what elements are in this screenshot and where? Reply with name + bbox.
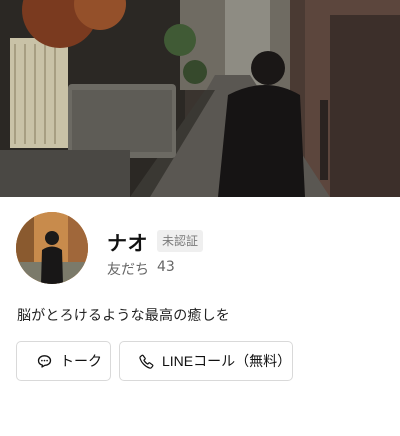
talk-button[interactable]: トーク: [16, 341, 111, 381]
status-message: 脳がとろけるような最高の癒しを: [17, 308, 230, 324]
friends-label: 友だち: [107, 262, 149, 278]
cover-image: [0, 0, 400, 197]
profile-name: ナオ: [107, 230, 148, 255]
unverified-badge: 未認証: [157, 230, 204, 252]
name-line: ナオ 未認証: [107, 228, 204, 255]
call-button-label: LINEコール（無料）: [162, 353, 292, 369]
talk-button-label: トーク: [60, 353, 102, 369]
friends-count[interactable]: 友だち 43: [107, 259, 175, 279]
line-call-button[interactable]: LINEコール（無料）: [119, 341, 293, 381]
avatar-image: [16, 212, 88, 284]
profile-header: ナオ 未認証 友だち 43: [16, 212, 386, 286]
avatar[interactable]: [16, 212, 88, 284]
phone-icon: [139, 354, 154, 369]
cover-photo[interactable]: [0, 0, 400, 197]
friends-number: 43: [157, 259, 175, 275]
chat-bubble-icon: [37, 354, 52, 369]
